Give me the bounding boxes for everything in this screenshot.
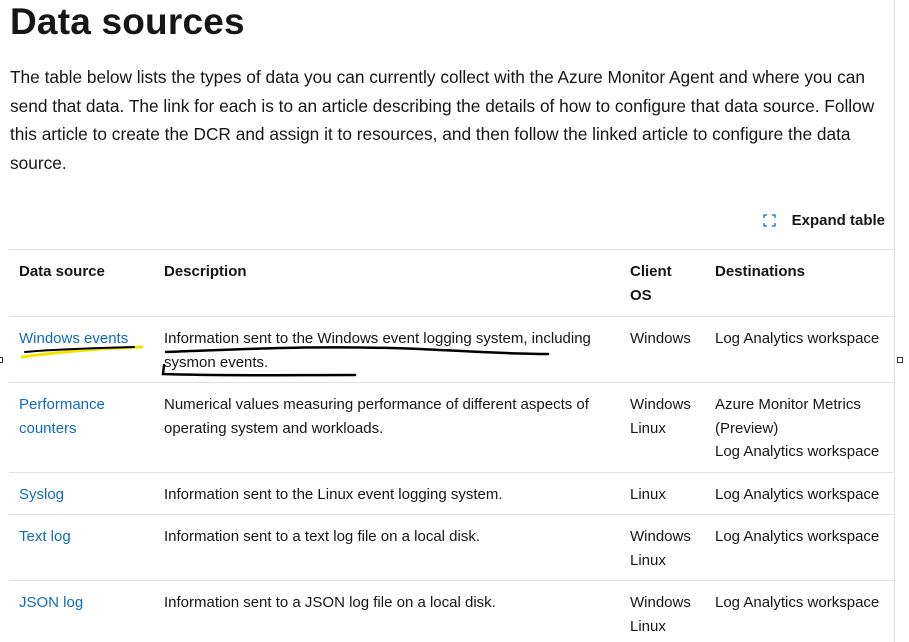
resize-handle-right[interactable] — [897, 357, 903, 363]
text-log-link[interactable]: Text log — [19, 528, 71, 545]
cell-description: Numerical values measuring performance o… — [154, 382, 620, 473]
syslog-link[interactable]: Syslog — [19, 486, 64, 503]
header-description: Description — [154, 249, 620, 317]
os-value: Windows — [630, 594, 691, 611]
cell-description: Information sent to the Windows event lo… — [154, 316, 620, 383]
cell-client-os: Windows Linux — [620, 514, 705, 581]
os-value: Linux — [630, 485, 666, 503]
cell-client-os: Windows Linux — [620, 382, 705, 473]
intro-paragraph: The table below lists the types of data … — [10, 67, 875, 174]
header-client-os-line1: Client — [630, 263, 672, 280]
destination-value: Log Analytics workspace — [715, 330, 880, 347]
cell-client-os: Windows Linux — [620, 580, 705, 642]
table-row: Performance counters Numerical values me… — [9, 382, 895, 473]
destination-value: Azure Monitor Metrics (Preview) — [715, 396, 861, 437]
cell-data-source: Syslog — [9, 472, 154, 515]
destination-value: Log Analytics workspace — [715, 485, 880, 503]
cell-data-source: Windows events — [9, 316, 154, 383]
os-value: Linux — [630, 551, 666, 569]
cell-description: Information sent to the Linux event logg… — [154, 472, 620, 515]
cell-data-source: Text log — [9, 514, 154, 581]
cell-destinations: Azure Monitor Metrics (Preview) Log Anal… — [705, 382, 895, 473]
table-row: JSON log Information sent to a JSON log … — [9, 580, 895, 642]
cell-client-os: Linux — [620, 472, 705, 515]
data-sources-table: Data source Description Client OS Destin… — [9, 249, 895, 642]
cell-destinations: Log Analytics workspace — [705, 580, 895, 642]
table-row: Syslog Information sent to the Linux eve… — [9, 472, 895, 515]
table-row: Windows events Information sent to the W… — [9, 316, 895, 383]
header-client-os-line2: OS — [630, 286, 652, 304]
os-value: Windows — [630, 330, 691, 347]
header-destinations: Destinations — [705, 249, 895, 317]
resize-handle-left[interactable] — [0, 357, 3, 363]
table-header-row: Data source Description Client OS Destin… — [9, 249, 895, 317]
destination-value: Log Analytics workspace — [715, 594, 880, 611]
windows-events-link[interactable]: Windows events — [19, 330, 128, 347]
os-value: Windows — [630, 528, 691, 545]
expand-table-label: Expand table — [791, 212, 885, 229]
os-value: Windows — [630, 396, 691, 413]
json-log-link[interactable]: JSON log — [19, 594, 83, 611]
page-title: Data sources — [10, 1, 245, 42]
cell-data-source: JSON log — [9, 580, 154, 642]
expand-icon — [762, 214, 776, 227]
cell-description: Information sent to a text log file on a… — [154, 514, 620, 581]
destination-value: Log Analytics workspace — [715, 528, 880, 545]
os-value: Linux — [630, 419, 666, 437]
cell-description: Information sent to a JSON log file on a… — [154, 580, 620, 642]
os-value: Linux — [630, 617, 666, 635]
cell-data-source: Performance counters — [9, 382, 154, 473]
performance-counters-link[interactable]: Performance counters — [19, 396, 105, 437]
header-data-source: Data source — [9, 249, 154, 317]
cell-destinations: Log Analytics workspace — [705, 472, 895, 515]
destination-value: Log Analytics workspace — [715, 443, 880, 460]
header-client-os: Client OS — [620, 249, 705, 317]
table-row: Text log Information sent to a text log … — [9, 514, 895, 581]
cell-client-os: Windows — [620, 316, 705, 383]
cell-destinations: Log Analytics workspace — [705, 316, 895, 383]
cell-destinations: Log Analytics workspace — [705, 514, 895, 581]
expand-table-button[interactable]: Expand table — [762, 212, 885, 229]
